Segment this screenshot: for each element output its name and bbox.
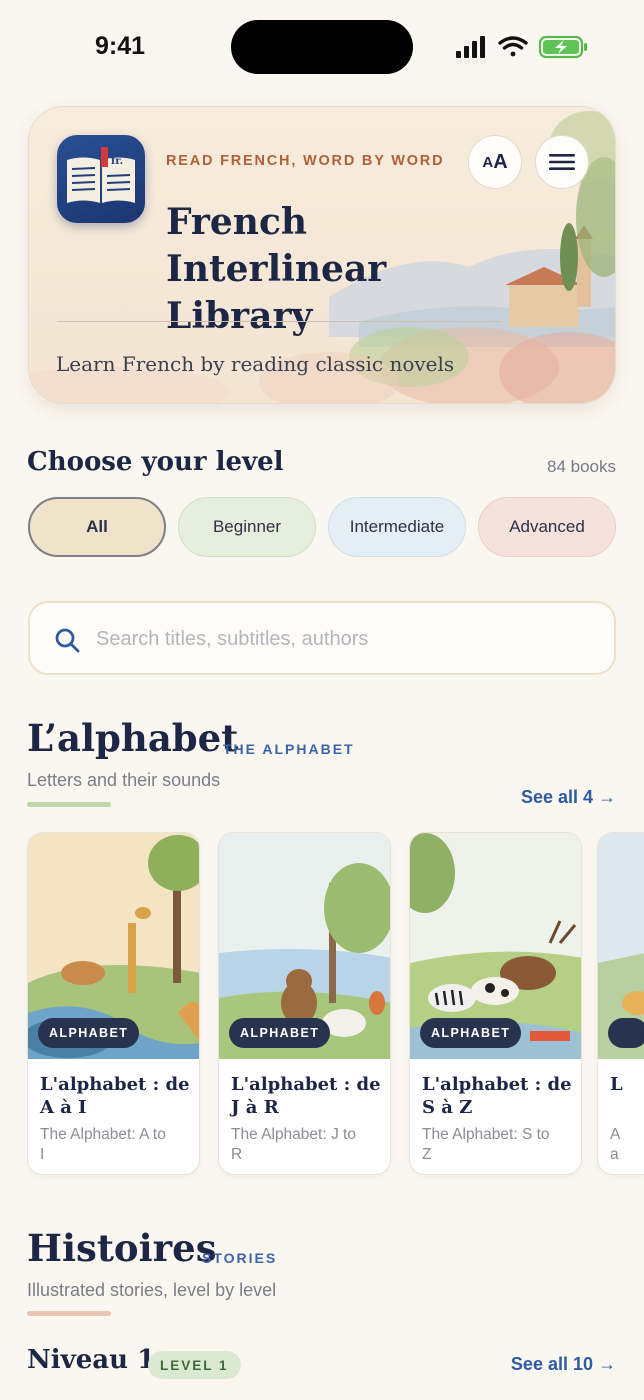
- text-size-button[interactable]: AA: [468, 135, 522, 189]
- status-icons: [456, 35, 587, 59]
- card-subtitle: The Alphabet: J to R: [231, 1126, 356, 1163]
- signal-icon: [456, 36, 485, 58]
- book-card[interactable]: ALPHABET L'alphabet : de S à Z The Alpha…: [409, 832, 582, 1175]
- hamburger-icon: [549, 154, 575, 170]
- section-tag-alphabet: THE ALPHABET: [223, 741, 355, 757]
- level-row-title: Niveau 1: [27, 1345, 156, 1375]
- card-badge: ALPHABET: [420, 1018, 522, 1048]
- hero-subtitle: Learn French by reading classic novels: [56, 352, 455, 376]
- section-title-stories: Histoires: [27, 1226, 217, 1270]
- page-title: French Interlinear Library: [166, 201, 387, 337]
- status-bar: 9:41: [0, 0, 644, 90]
- book-count: 84 books: [547, 457, 616, 476]
- text-size-small-glyph: A: [482, 153, 494, 171]
- section-title-alphabet: L’alphabet: [27, 716, 239, 760]
- text-size-large-glyph: A: [493, 150, 508, 173]
- section-accent-bar: [27, 802, 111, 807]
- section-subtitle-alphabet: Letters and their sounds: [27, 770, 221, 790]
- section-accent-bar: [27, 1311, 111, 1316]
- level-chip-advanced[interactable]: Advanced: [478, 497, 616, 557]
- card-subtitle: The Alphabet: S to Z: [422, 1126, 550, 1163]
- menu-button[interactable]: [535, 135, 589, 189]
- see-all-alphabet-link[interactable]: See all 4 →: [521, 787, 616, 808]
- card-title: L: [610, 1074, 623, 1095]
- book-card[interactable]: ALPHABET L'alphabet : de A à I The Alpha…: [27, 832, 200, 1175]
- card-subtitle: A a: [610, 1126, 620, 1163]
- level-chip-beginner[interactable]: Beginner: [178, 497, 316, 557]
- dynamic-island: [231, 20, 413, 74]
- hero-banner: fr. READ FRENCH, WORD BY WORD French Int…: [28, 106, 616, 404]
- level-chip-intermediate[interactable]: Intermediate: [328, 497, 466, 557]
- app-logo-text: fr.: [111, 156, 124, 167]
- section-subtitle-stories: Illustrated stories, level by level: [27, 1280, 277, 1300]
- search-input[interactable]: [96, 621, 596, 657]
- level-badge: LEVEL 1: [148, 1351, 241, 1379]
- book-card[interactable]: ALPHABET L A a: [597, 832, 644, 1175]
- status-time: 9:41: [95, 32, 146, 60]
- battery-icon: [538, 35, 587, 59]
- hero-divider: [57, 321, 502, 322]
- search-bar[interactable]: [28, 601, 616, 675]
- search-icon: [55, 628, 80, 653]
- level-chip-all[interactable]: All: [28, 497, 166, 557]
- book-card[interactable]: ALPHABET L'alphabet : de J à R The Alpha…: [218, 832, 391, 1175]
- hero-eyebrow: READ FRENCH, WORD BY WORD: [166, 153, 445, 169]
- wifi-icon: [498, 36, 528, 57]
- card-badge: ALPHABET: [229, 1018, 331, 1048]
- app-logo: fr.: [57, 135, 145, 223]
- section-tag-stories: STORIES: [202, 1250, 278, 1266]
- see-all-level-1-link[interactable]: See all 10 →: [511, 1354, 616, 1375]
- card-badge: ALPHABET: [38, 1018, 140, 1048]
- card-title: L'alphabet : de S à Z: [422, 1074, 572, 1118]
- card-title: L'alphabet : de A à I: [40, 1074, 190, 1118]
- card-title: L'alphabet : de J à R: [231, 1074, 381, 1118]
- card-badge: ALPHABET: [608, 1018, 644, 1048]
- book-icon: [67, 147, 135, 203]
- card-subtitle: The Alphabet: A to I: [40, 1126, 166, 1163]
- level-heading: Choose your level: [27, 447, 284, 477]
